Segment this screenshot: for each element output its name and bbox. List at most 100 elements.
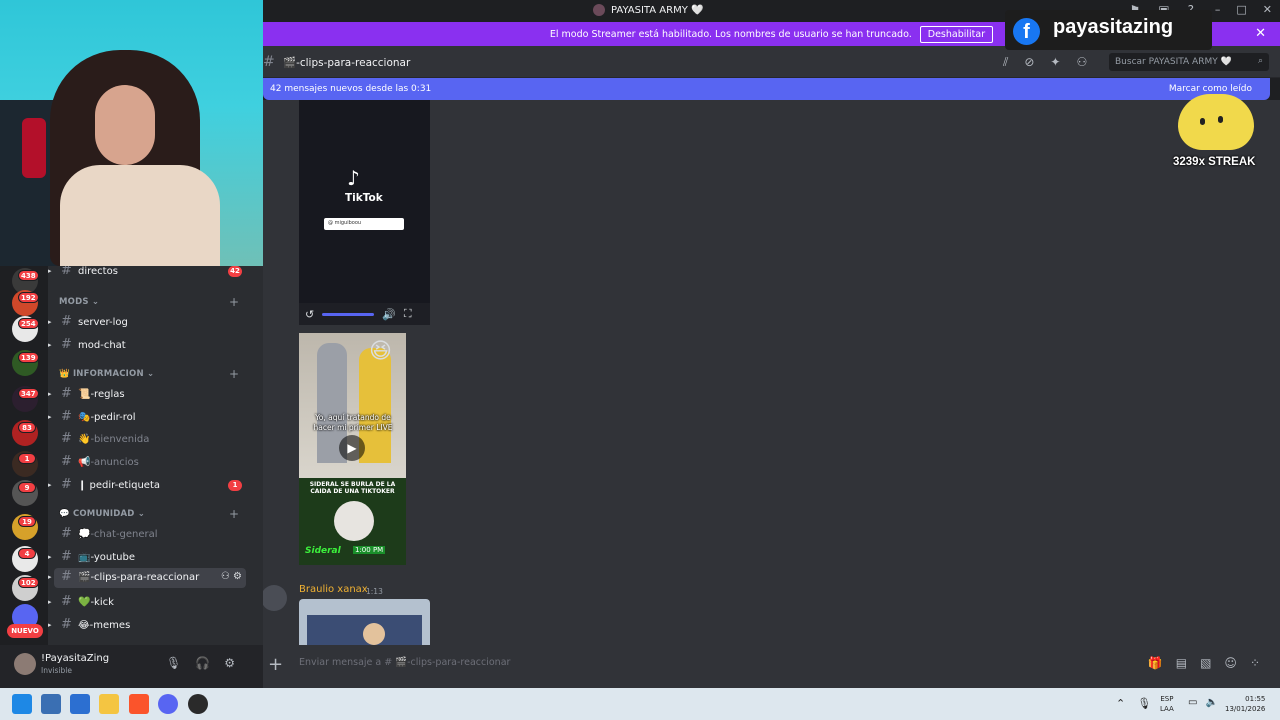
clock-time: 01:55	[1245, 695, 1266, 703]
microphone-icon[interactable]: 🎙	[166, 656, 181, 670]
arrow-icon: ▸	[48, 573, 52, 581]
window-app-icon[interactable]	[70, 694, 90, 714]
progress-bar[interactable]	[322, 312, 375, 316]
language-indicator[interactable]: ESP LAA	[1160, 694, 1174, 714]
channel-item-bienvenida[interactable]: # 👋-bienvenida	[48, 430, 248, 450]
close-icon[interactable]: ✕	[1263, 3, 1272, 16]
discord-icon[interactable]	[158, 694, 178, 714]
settings-gear-icon[interactable]: ⚙	[224, 656, 235, 670]
add-channel-icon[interactable]: +	[229, 295, 239, 309]
emoji-icon[interactable]: ☺	[1224, 656, 1237, 670]
threads-icon[interactable]: ⫽	[1003, 55, 1008, 70]
pin-icon[interactable]: ✦	[1050, 55, 1060, 70]
sticker-icon[interactable]: ▧	[1200, 656, 1211, 670]
channel-item-server-log[interactable]: ▸ # server-log	[48, 313, 248, 333]
add-channel-icon[interactable]: +	[229, 367, 239, 381]
network-icon[interactable]: ▭	[1188, 697, 1197, 708]
hash-icon: #	[61, 617, 72, 632]
server-badge: 1	[18, 453, 36, 464]
laughing-emoji-icon: 😆	[369, 339, 392, 364]
tiktok-embed[interactable]: ♪ TikTok @ miguiboou ↺ 🔊 ⛶	[299, 100, 430, 325]
webcam-face	[95, 85, 155, 165]
channel-label: 💚-kick	[78, 597, 114, 608]
avatar[interactable]	[14, 653, 36, 675]
task-view-icon[interactable]	[41, 694, 61, 714]
play-icon[interactable]: ▶	[339, 435, 365, 461]
message-author[interactable]: Braulio xanax	[299, 584, 368, 595]
mic-tray-icon[interactable]: 🎙	[1137, 697, 1151, 710]
channel-item-chat-general[interactable]: # 💭-chat-general	[48, 525, 248, 545]
language-code: ESP	[1160, 695, 1174, 703]
channel-item-clips-para-reaccionar[interactable]: ▸ # 🎬-clips-para-reaccionar ⚇ ⚙	[48, 568, 246, 588]
clock-date: 13/01/2026	[1225, 705, 1266, 713]
disable-button[interactable]: Deshabilitar	[919, 25, 994, 43]
clock[interactable]: 01:55 13/01/2026	[1225, 694, 1265, 714]
server-icon	[593, 4, 605, 16]
channel-label: 📜-reglas	[78, 389, 125, 400]
streak-text: 3239x STREAK	[1173, 156, 1256, 168]
server-badge: 102	[18, 577, 39, 588]
gear-icon[interactable]: ⚙	[233, 571, 242, 582]
server-badge: 438	[18, 270, 39, 281]
maximize-icon[interactable]: □	[1236, 3, 1246, 16]
add-channel-icon[interactable]: +	[229, 507, 239, 521]
channel-item-anuncios[interactable]: # 📢-anuncios	[48, 453, 248, 473]
new-messages-bar[interactable]: 42 mensajes nuevos desde las 0:31 Marcar…	[263, 78, 1270, 100]
channel-label: 🎬-clips-para-reaccionar	[78, 572, 200, 583]
brave-browser-icon[interactable]	[129, 694, 149, 714]
gift-icon[interactable]: 🎁	[1148, 656, 1163, 670]
mascot-icon	[1178, 94, 1254, 150]
taskbar: ⌃ 🎙 ESP LAA ▭ 🔈 01:55 13/01/2026	[0, 688, 1280, 720]
headphones-icon[interactable]: 🎧	[195, 656, 210, 670]
image-figure	[363, 623, 385, 645]
apps-icon[interactable]: ⁘	[1250, 656, 1260, 670]
banner-close-icon[interactable]: ✕	[1255, 26, 1266, 41]
gif-icon[interactable]: ▤	[1176, 656, 1187, 670]
tiktok-search-bar: @ miguiboou	[324, 218, 404, 230]
category-mods[interactable]: MODS ⌄ +	[59, 295, 239, 309]
message-input[interactable]: Enviar mensaje a # 🎬-clips-para-reaccion…	[299, 657, 510, 668]
channel-item-mod-chat[interactable]: ▸ # mod-chat	[48, 336, 248, 356]
fullscreen-icon[interactable]: ⛶	[404, 307, 412, 321]
add-attachment-icon[interactable]: +	[268, 654, 283, 675]
invite-icon[interactable]: ⚇	[221, 571, 230, 582]
members-icon[interactable]: ⚇	[1076, 55, 1087, 70]
channel-label: ❙ pedir-etiqueta	[78, 480, 161, 491]
new-server-pill[interactable]: NUEVO	[7, 624, 43, 638]
chevron-up-icon[interactable]: ⌃	[1116, 697, 1125, 710]
video-name: Sideral	[305, 546, 341, 556]
user-panel: !PayasitaZing Invisible 🎙 🎧 ⚙	[0, 645, 263, 688]
message-timestamp: 1:13	[366, 587, 383, 596]
windows-start-icon[interactable]	[12, 694, 32, 714]
channel-item-youtube[interactable]: ▸ # 📺-youtube	[48, 548, 248, 568]
server-badge: 254	[18, 318, 39, 329]
image-attachment[interactable]	[299, 599, 430, 645]
server-badge: 192	[18, 292, 39, 303]
mute-bell-icon[interactable]: ⊘	[1024, 55, 1034, 70]
facebook-handle-overlay: f payasitazing	[1005, 10, 1212, 50]
channel-item-memes[interactable]: ▸ # 😂-memes	[48, 616, 248, 636]
username[interactable]: !PayasitaZing	[41, 653, 109, 664]
avatar[interactable]	[261, 585, 287, 611]
arrow-icon: ▸	[48, 318, 52, 326]
channel-item-pedir-etiqueta[interactable]: ▸ # ❙ pedir-etiqueta 1	[48, 476, 248, 496]
category-label: 💬 COMUNIDAD	[59, 509, 135, 519]
minimize-icon[interactable]: –	[1215, 3, 1221, 16]
obs-icon[interactable]	[188, 694, 208, 714]
channel-item-kick[interactable]: ▸ # 💚-kick	[48, 593, 248, 613]
channel-item-pedir-rol[interactable]: ▸ # 🎭-pedir-rol	[48, 408, 248, 428]
video-attachment[interactable]: 😆 Yo, aquí tratando de hacer mi primer L…	[299, 333, 406, 565]
arrow-icon: ▸	[48, 481, 52, 489]
channel-label: 😂-memes	[78, 620, 131, 631]
channel-item-reglas[interactable]: ▸ # 📜-reglas	[48, 385, 248, 405]
replay-icon[interactable]: ↺	[305, 308, 314, 321]
tiktok-brand: TikTok	[345, 192, 383, 204]
category-comunidad[interactable]: 💬 COMUNIDAD ⌄ +	[59, 507, 239, 521]
category-informacion[interactable]: 👑 INFORMACION ⌄ +	[59, 367, 239, 381]
volume-tray-icon[interactable]: 🔈	[1205, 697, 1217, 708]
file-explorer-icon[interactable]	[99, 694, 119, 714]
search-input[interactable]: Buscar PAYASITA ARMY 🤍 ⌕	[1109, 53, 1269, 71]
hash-icon: #	[61, 569, 72, 584]
header-icons: ⫽ ⊘ ✦ ⚇	[1003, 55, 1087, 70]
volume-icon[interactable]: 🔊	[382, 308, 396, 321]
